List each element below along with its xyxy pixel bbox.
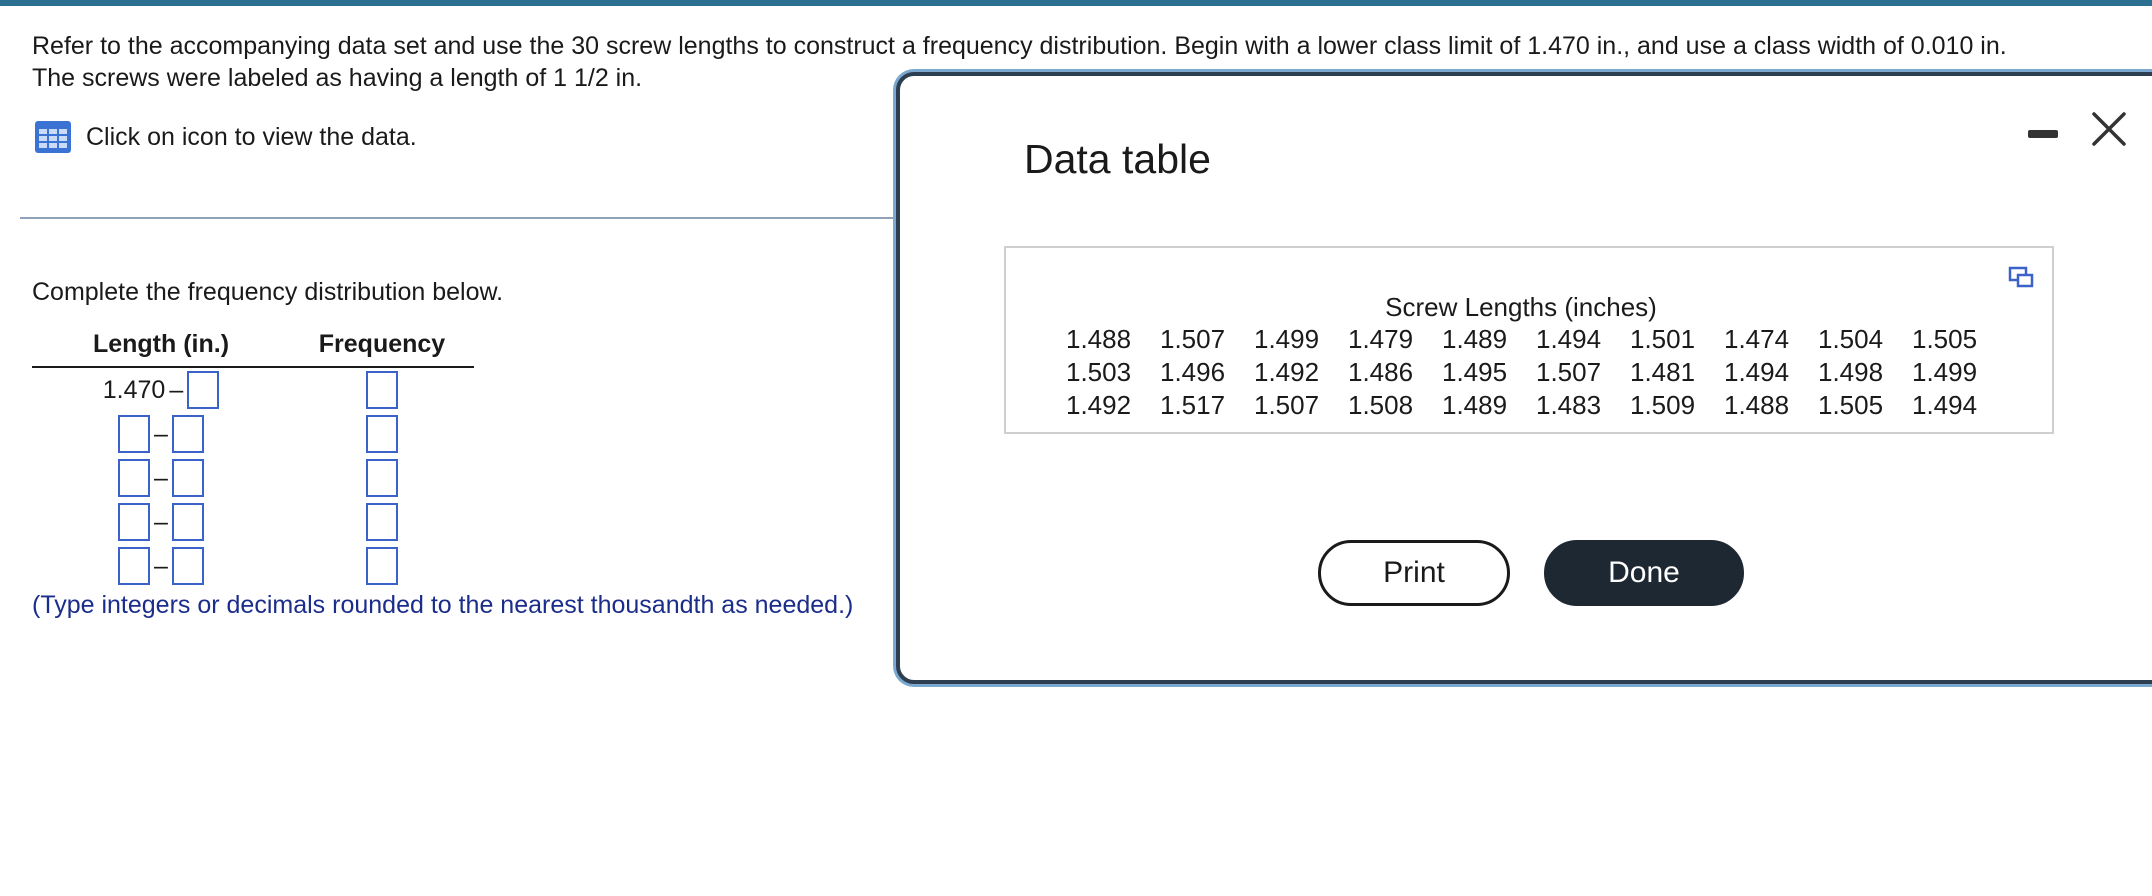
data-value: 1.509 [1630,390,1696,420]
first-lower-limit: 1.470 [102,375,166,404]
minimize-icon[interactable] [2028,130,2058,138]
view-data-label[interactable]: Click on icon to view the data. [86,123,417,152]
range-dash: – [154,419,168,448]
done-button[interactable]: Done [1544,540,1744,606]
data-value: 1.488 [1724,390,1790,420]
data-value: 1.474 [1724,324,1790,354]
table-row: – [32,412,474,456]
header-frequency: Frequency [318,330,446,358]
data-value: 1.486 [1348,357,1414,387]
length-cell: – [32,503,290,541]
section-divider [20,217,900,219]
data-value: 1.517 [1160,390,1226,420]
data-value: 1.488 [1066,324,1132,354]
data-value: 1.495 [1442,357,1508,387]
lower-limit-input-3[interactable] [118,459,150,497]
frequency-cell [290,459,474,497]
length-cell: – [32,459,290,497]
top-accent-bar [0,0,2152,6]
upper-limit-input-2[interactable] [172,415,204,453]
length-cell: 1.470 – [32,371,290,409]
data-caption: Screw Lengths (inches) [1385,292,1657,322]
frequency-input-3[interactable] [366,459,398,497]
table-grid-icon[interactable] [34,120,72,154]
data-row: 1.492 1.517 1.507 1.508 1.489 1.483 1.509 1.488… [1066,390,2006,423]
frequency-distribution-table: Length (in.) Frequency 1.470 – – – – – [32,330,474,588]
view-data-link[interactable]: Click on icon to view the data. [34,120,417,154]
data-value: 1.504 [1818,324,1884,354]
length-cell: – [32,415,290,453]
data-value: 1.481 [1630,357,1696,387]
data-row: 1.503 1.496 1.492 1.486 1.495 1.507 1.481 1.494… [1066,357,2006,390]
data-value: 1.489 [1442,390,1508,420]
data-box: Screw Lengths (inches) 1.488 1.507 1.499 1.… [1004,246,2054,434]
data-value: 1.505 [1818,390,1884,420]
frequency-input-2[interactable] [366,415,398,453]
print-button[interactable]: Print [1318,540,1510,606]
range-dash: – [154,463,168,492]
lower-limit-input-2[interactable] [118,415,150,453]
data-value: 1.483 [1536,390,1602,420]
table-row: – [32,544,474,588]
length-cell: – [32,547,290,585]
frequency-cell [290,371,474,409]
popout-icon[interactable] [2008,266,2034,288]
upper-limit-input-1[interactable] [187,371,220,409]
data-value: 1.492 [1254,357,1320,387]
data-value: 1.499 [1912,357,1978,387]
data-value: 1.507 [1254,390,1320,420]
table-row: – [32,456,474,500]
data-value: 1.505 [1912,324,1978,354]
data-value: 1.499 [1254,324,1320,354]
data-value: 1.479 [1348,324,1414,354]
table-header: Length (in.) Frequency [32,330,474,368]
data-row: 1.488 1.507 1.499 1.479 1.489 1.494 1.501 1.474… [1066,324,2006,357]
modal-title: Data table [1024,136,1211,182]
data-value: 1.492 [1066,390,1132,420]
range-dash: – [154,507,168,536]
question-line-1: Refer to the accompanying data set and u… [32,32,2007,60]
data-value: 1.494 [1536,324,1602,354]
frequency-input-5[interactable] [366,547,398,585]
table-row: – [32,500,474,544]
data-value: 1.501 [1630,324,1696,354]
instruction-text: Complete the frequency distribution belo… [32,278,504,306]
data-rows: 1.488 1.507 1.499 1.479 1.489 1.494 1.501 1.474… [1066,324,2006,423]
frequency-cell [290,415,474,453]
upper-limit-input-3[interactable] [172,459,204,497]
upper-limit-input-5[interactable] [172,547,204,585]
data-value: 1.507 [1536,357,1602,387]
data-value: 1.496 [1160,357,1226,387]
table-row: 1.470 – [32,368,474,412]
data-value: 1.494 [1912,390,1978,420]
frequency-input-4[interactable] [366,503,398,541]
data-value: 1.498 [1818,357,1884,387]
data-value: 1.503 [1066,357,1132,387]
frequency-input-1[interactable] [366,371,398,409]
lower-limit-input-5[interactable] [118,547,150,585]
frequency-cell [290,503,474,541]
close-icon[interactable] [2088,108,2130,150]
upper-limit-input-4[interactable] [172,503,204,541]
data-table-modal: Data table Screw Lengths (inches) 1.488 1… [896,72,2152,684]
range-dash: – [169,375,184,404]
data-value: 1.494 [1724,357,1790,387]
range-dash: – [154,551,168,580]
data-value: 1.508 [1348,390,1414,420]
header-length: Length (in.) [92,330,230,358]
rounding-note: (Type integers or decimals rounded to th… [32,591,854,619]
frequency-cell [290,547,474,585]
data-value: 1.489 [1442,324,1508,354]
data-value: 1.507 [1160,324,1226,354]
lower-limit-input-4[interactable] [118,503,150,541]
